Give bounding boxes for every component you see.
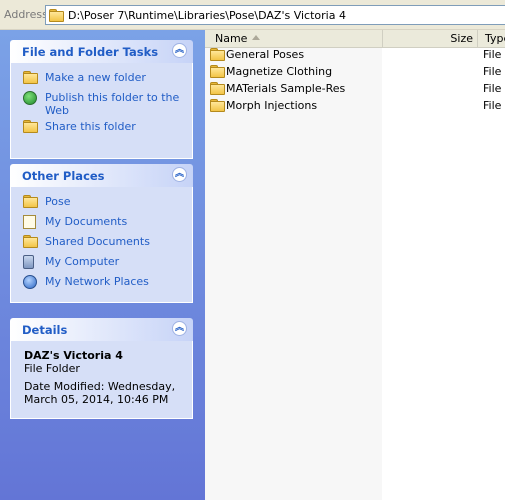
task-pane: File and Folder Tasks ︽ Make a new folde… <box>0 30 205 500</box>
file-row[interactable]: General Poses File F <box>205 46 505 63</box>
address-bar: Address D:\Poser 7\Runtime\Libraries\Pos… <box>0 0 505 30</box>
panel-header[interactable]: Other Places ︽ <box>10 164 193 187</box>
panel-title: File and Folder Tasks <box>22 45 159 59</box>
computer-icon <box>23 255 34 269</box>
panel-header[interactable]: Details ︽ <box>10 318 193 341</box>
panel-body: Make a new folder Publish this folder to… <box>10 63 193 159</box>
details-item-kind: File Folder <box>24 362 80 375</box>
address-path: D:\Poser 7\Runtime\Libraries\Pose\DAZ's … <box>68 9 346 22</box>
details-panel: Details ︽ DAZ's Victoria 4 File Folder D… <box>10 318 193 419</box>
make-new-folder-link[interactable]: Make a new folder <box>23 71 192 88</box>
address-input[interactable]: D:\Poser 7\Runtime\Libraries\Pose\DAZ's … <box>45 5 505 25</box>
file-row[interactable]: MATerials Sample-Res File F <box>205 80 505 97</box>
collapse-icon[interactable]: ︽ <box>172 43 187 58</box>
panel-header[interactable]: File and Folder Tasks ︽ <box>10 40 193 63</box>
file-row[interactable]: Magnetize Clothing File F <box>205 63 505 80</box>
publish-to-web-link[interactable]: Publish this folder to the Web <box>23 91 192 117</box>
place-link-shared-documents[interactable]: Shared Documents <box>23 235 192 252</box>
file-type: File F <box>483 82 505 95</box>
folder-icon <box>23 235 38 248</box>
file-type: File F <box>483 48 505 61</box>
place-link-my-network-places[interactable]: My Network Places <box>23 275 192 292</box>
other-places-panel: Other Places ︽ Pose My Documents Shared … <box>10 164 193 303</box>
panel-title: Other Places <box>22 169 105 183</box>
file-name: Magnetize Clothing <box>226 65 333 78</box>
place-link-my-documents[interactable]: My Documents <box>23 215 192 232</box>
sort-ascending-icon <box>252 35 260 40</box>
globe-icon <box>23 91 37 105</box>
new-folder-icon <box>23 71 38 85</box>
file-name: Morph Injections <box>226 99 318 112</box>
file-list: Name Size Type General Poses File F Magn… <box>205 30 505 500</box>
folder-icon <box>49 9 64 22</box>
file-name: General Poses <box>226 48 305 61</box>
file-type: File F <box>483 99 505 112</box>
folder-icon <box>210 99 225 112</box>
folder-icon <box>210 82 225 95</box>
panel-body: Pose My Documents Shared Documents My Co… <box>10 187 193 303</box>
network-icon <box>23 275 37 289</box>
documents-icon <box>23 215 36 229</box>
place-link-my-computer[interactable]: My Computer <box>23 255 192 272</box>
file-row[interactable]: Morph Injections File F <box>205 97 505 114</box>
share-icon <box>23 120 38 133</box>
sorted-column-highlight <box>205 48 382 500</box>
collapse-icon[interactable]: ︽ <box>172 321 187 336</box>
place-link-pose[interactable]: Pose <box>23 195 192 212</box>
collapse-icon[interactable]: ︽ <box>172 167 187 182</box>
panel-body: DAZ's Victoria 4 File Folder Date Modifi… <box>10 341 193 419</box>
file-folder-tasks-panel: File and Folder Tasks ︽ Make a new folde… <box>10 40 193 159</box>
panel-title: Details <box>22 323 68 337</box>
folder-icon <box>210 48 225 61</box>
details-modified: Date Modified: Wednesday, March 05, 2014… <box>24 380 176 406</box>
file-type: File F <box>483 65 505 78</box>
file-name: MATerials Sample-Res <box>226 82 346 95</box>
folder-icon <box>210 65 225 78</box>
details-item-name: DAZ's Victoria 4 <box>24 349 123 362</box>
folder-icon <box>23 195 38 208</box>
address-label: Address <box>4 8 48 21</box>
share-folder-link[interactable]: Share this folder <box>23 120 192 137</box>
